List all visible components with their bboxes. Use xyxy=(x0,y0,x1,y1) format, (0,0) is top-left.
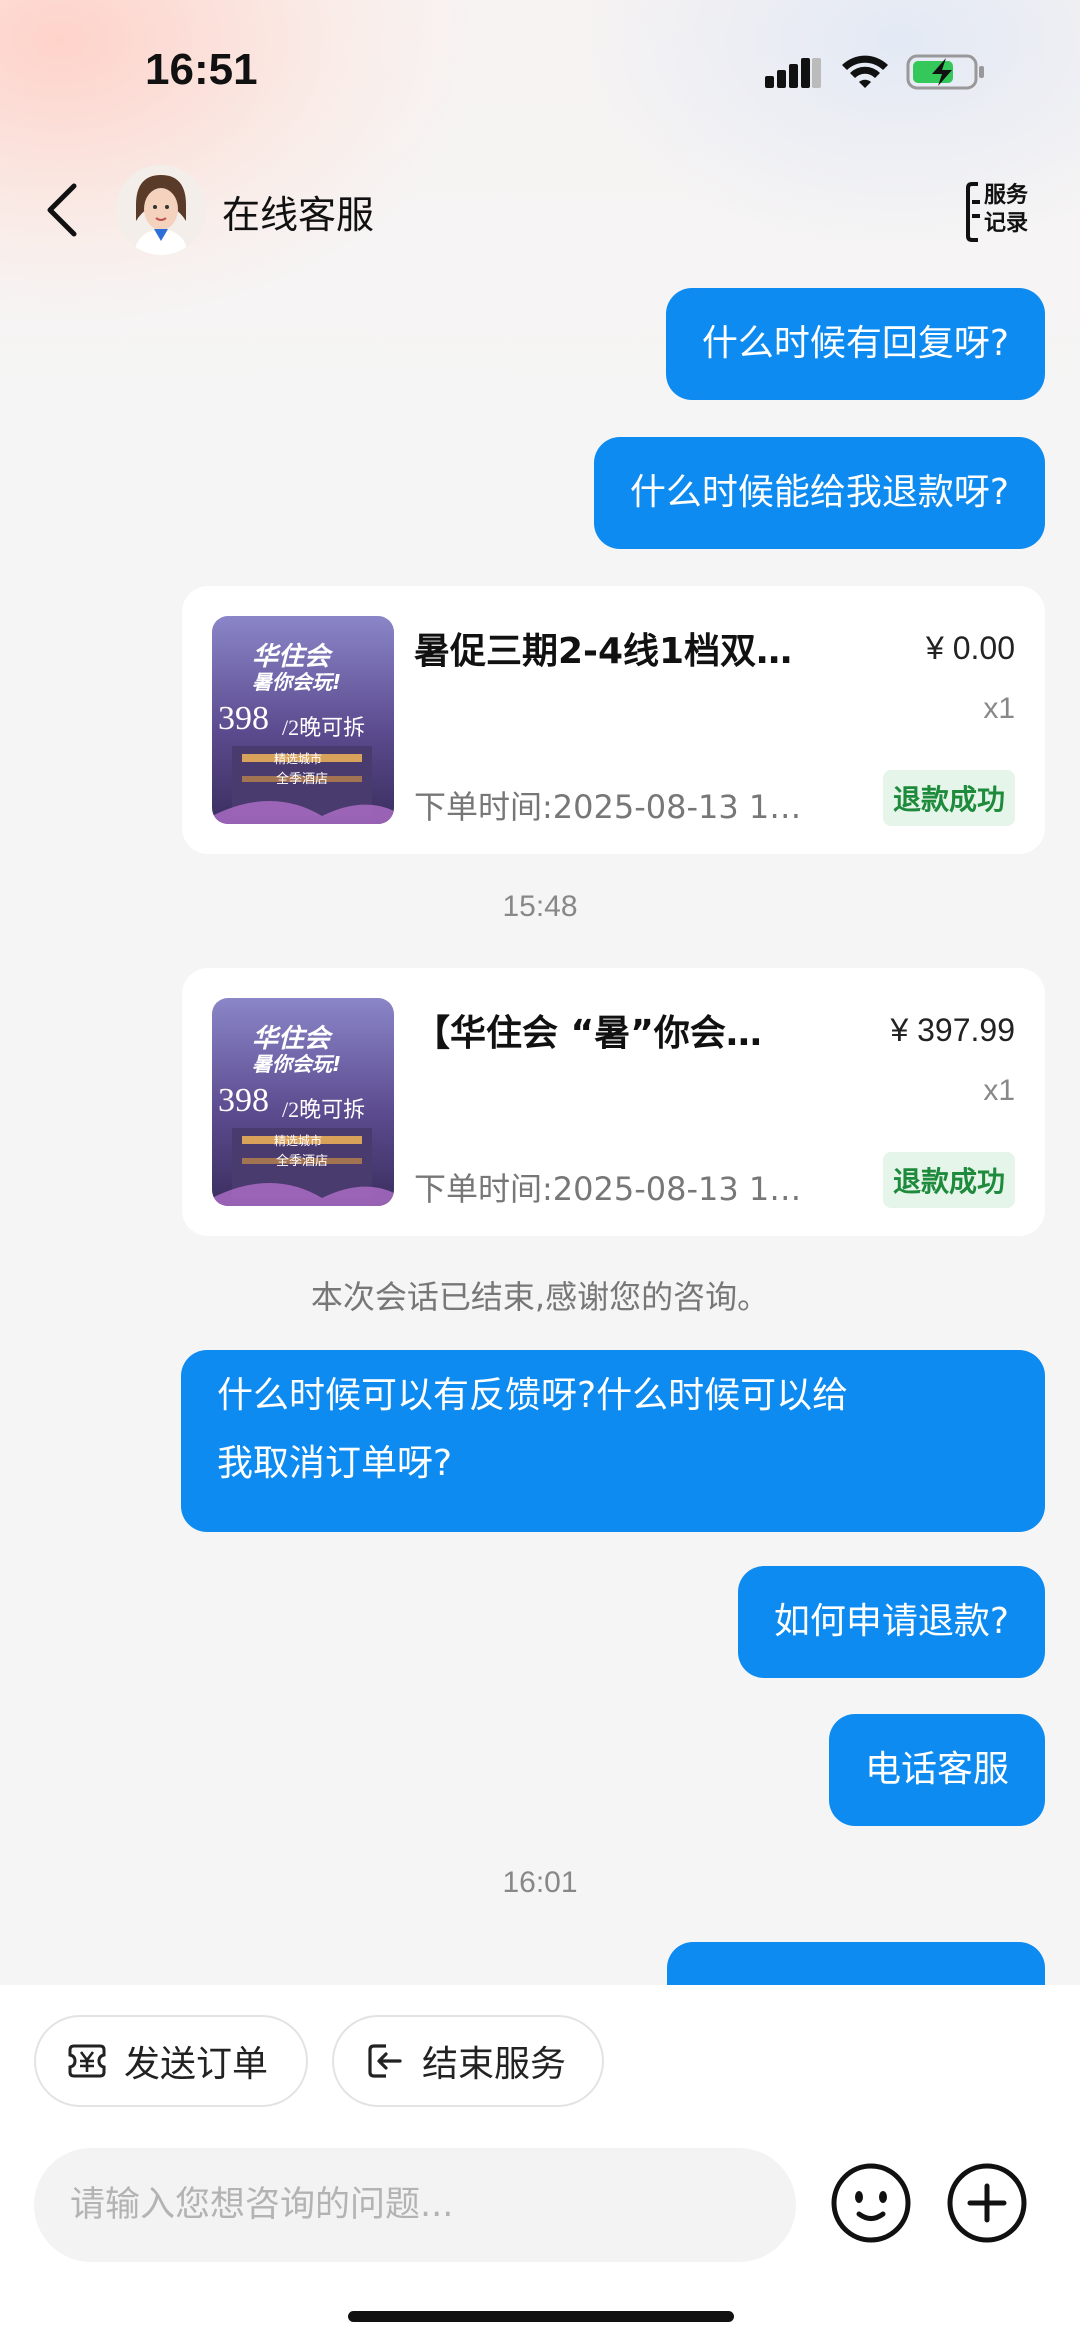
order-title: 【华住会 “暑”你会… xyxy=(414,1013,762,1054)
user-message: 什么时候可以有反馈呀?什么时候可以给 我取消订单呀? xyxy=(181,1350,1045,1532)
back-button[interactable] xyxy=(38,178,86,242)
user-message: 如何申请退款? xyxy=(737,1566,1045,1678)
records-label-2: 记录 xyxy=(984,211,1029,236)
thumb-line2: 暑你会玩! xyxy=(252,670,342,694)
bottom-panel: 发送订单 结束服务 xyxy=(0,1985,1080,2341)
thumb-price: 398 xyxy=(218,1082,269,1119)
home-indicator xyxy=(348,2311,734,2322)
agent-portrait xyxy=(116,165,206,255)
order-thumbnail: 华住会 暑你会玩! 398 /2晚可拆 精选城市 全季酒店 xyxy=(212,998,394,1206)
agent-avatar xyxy=(116,165,206,255)
exit-icon xyxy=(368,2044,402,2078)
chevron-left-icon xyxy=(47,183,77,237)
thumb-line2: 暑你会玩! xyxy=(252,1052,342,1076)
thumb-unit: /2晚可拆 xyxy=(282,715,366,740)
status-bar: 16:51 xyxy=(0,0,1080,150)
status-time: 16:51 xyxy=(145,45,258,94)
order-price: ¥ 397.99 xyxy=(890,1012,1015,1048)
thumb-brand1: 精选城市 xyxy=(274,752,323,766)
order-quantity: x1 xyxy=(983,1074,1015,1107)
records-label-1: 服务 xyxy=(984,183,1029,208)
send-order-button[interactable]: 发送订单 xyxy=(34,2015,308,2107)
service-records-button[interactable]: 服务 记录 xyxy=(964,180,1032,244)
end-service-label: 结束服务 xyxy=(422,2044,567,2085)
order-thumbnail: 华住会 暑你会玩! 398 /2晚可拆 精选城市 全季酒店 xyxy=(212,616,394,824)
add-button[interactable] xyxy=(944,2160,1030,2246)
order-card[interactable]: 华住会 暑你会玩! 398 /2晚可拆 精选城市 全季酒店 【华住会 “暑”你会… xyxy=(182,968,1045,1236)
thumb-brand2: 全季酒店 xyxy=(276,772,329,787)
thumb-brand2: 全季酒店 xyxy=(276,1154,329,1169)
message-timestamp: 16:01 xyxy=(502,1866,578,1899)
emoji-button[interactable] xyxy=(828,2160,914,2246)
user-message-line: 我取消订单呀? xyxy=(217,1443,453,1484)
order-title: 暑促三期2-4线1档双… xyxy=(414,631,793,672)
thumb-unit: /2晚可拆 xyxy=(282,1097,366,1122)
message-timestamp: 15:48 xyxy=(502,890,578,923)
user-message: 什么时候有回复呀? xyxy=(665,288,1045,400)
user-message-partial xyxy=(667,1942,1045,1985)
battery-charging-icon xyxy=(906,54,984,90)
order-price: ¥ 0.00 xyxy=(926,630,1015,666)
user-message: 电话客服 xyxy=(828,1714,1045,1826)
session-ended-notice: 本次会话已结束,感谢您的咨询。 xyxy=(310,1278,770,1316)
send-order-label: 发送订单 xyxy=(124,2044,269,2085)
message-input[interactable] xyxy=(34,2148,796,2262)
wifi-icon xyxy=(842,55,888,88)
chat-header: 在线客服 服务 记录 xyxy=(0,150,1080,270)
message-list[interactable]: 什么时候有回复呀? 什么时候能给我退款呀? 华住会 暑你会玩! 398 /2晚可… xyxy=(0,270,1080,1985)
order-time: 下单时间:2025-08-13 1… xyxy=(414,1170,802,1208)
thumb-price: 398 xyxy=(218,700,269,737)
thumb-brand1: 精选城市 xyxy=(274,1134,323,1148)
user-message-line: 什么时候可以有反馈呀?什么时候可以给 xyxy=(217,1375,849,1416)
order-quantity: x1 xyxy=(983,692,1015,725)
yuan-card-icon xyxy=(68,2044,106,2078)
order-time: 下单时间:2025-08-13 1… xyxy=(414,788,802,826)
status-badge: 退款成功 xyxy=(882,1152,1015,1208)
end-service-button[interactable]: 结束服务 xyxy=(332,2015,604,2107)
user-message: 什么时候能给我退款呀? xyxy=(593,437,1045,549)
order-card[interactable]: 华住会 暑你会玩! 398 /2晚可拆 精选城市 全季酒店 暑促三期2-4线1档… xyxy=(182,586,1045,854)
status-badge: 退款成功 xyxy=(882,770,1015,826)
page-title: 在线客服 xyxy=(222,193,375,237)
cellular-signal-icon xyxy=(765,58,821,88)
